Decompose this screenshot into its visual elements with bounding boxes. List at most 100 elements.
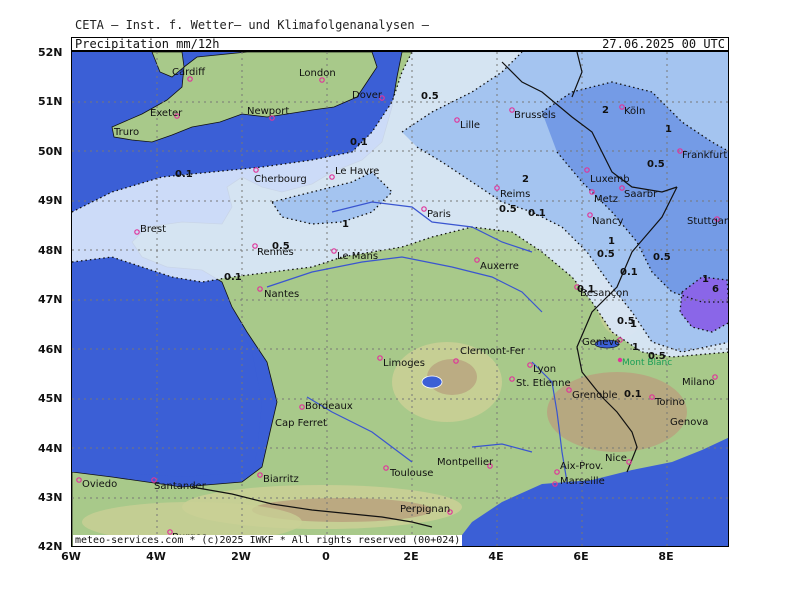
city-name: Cherbourg [254, 174, 307, 185]
city-le-mans: Le Mans [331, 248, 378, 262]
city-name: Limoges [383, 358, 425, 369]
city-name: Cap Ferret [275, 418, 327, 429]
map-canvas: Cardiff London Dover Exeter Newport Trur… [72, 52, 729, 546]
contour-label: 1 [630, 319, 637, 330]
lat-label: 44N [38, 442, 63, 455]
contour-label: 2 [602, 105, 609, 116]
contour-label: 1 [632, 342, 639, 353]
contour-label: 0.1 [350, 137, 368, 148]
city-name: Dover [352, 90, 383, 101]
lon-label: 2E [403, 550, 419, 563]
contour-label: 0.5 [648, 351, 666, 362]
contour-label: 1 [665, 124, 672, 135]
city-name: St. Etienne [516, 378, 571, 389]
contour-label: 0.1 [620, 267, 638, 278]
city-name: Grenoble [572, 390, 618, 401]
contour-label: 0.1 [224, 272, 242, 283]
city-name: Le Mans [337, 251, 378, 262]
header-bar: Precipitation mm/12h 27.06.2025 00 UTC [71, 37, 729, 51]
valid-datetime: 27.06.2025 00 UTC [602, 37, 725, 51]
city-name: Paris [427, 209, 451, 220]
city-cap-ferret: Cap Ferret [275, 418, 327, 429]
contour-label: 0.5 [499, 204, 517, 215]
lat-label: 45N [38, 392, 63, 405]
city-limoges: Limoges [377, 355, 425, 369]
city-oviedo: Oviedo [76, 477, 117, 490]
city-truro: Truro [113, 127, 139, 138]
city-name: Montpellier [437, 457, 494, 468]
lat-label: 51N [38, 95, 63, 108]
contour-label: 1 [342, 219, 349, 230]
contour-label: 0.5 [647, 159, 665, 170]
city-name: Toulouse [389, 468, 433, 479]
city-montpellier: Montpellier [437, 457, 494, 469]
city-torino: Torino [649, 394, 685, 408]
city-toulouse: Toulouse [383, 465, 433, 479]
city-name: Auxerre [480, 261, 519, 272]
city-dover: Dover [352, 90, 385, 101]
contour-label: 0.5 [272, 241, 290, 252]
lat-label: 43N [38, 491, 63, 504]
map-provider-title: CETA – Inst. f. Wetter– und Klimafolgena… [75, 18, 430, 32]
contour-label: 2 [522, 174, 529, 185]
contour-label: 1 [608, 236, 615, 247]
city-koln: Köln [619, 104, 645, 117]
city-name: Torino [654, 397, 685, 408]
city-name: Perpignan [400, 504, 450, 515]
city-biarritz: Biarritz [257, 472, 299, 485]
lon-label: 0 [322, 550, 330, 563]
city-name: Stuttgart [687, 216, 729, 227]
city-frankfurt: Frankfurt [677, 148, 727, 161]
contour-label: 6 [712, 284, 719, 295]
city-name: Brest [140, 224, 166, 235]
city-milano: Milano [682, 374, 718, 388]
city-name: Exeter [150, 108, 183, 119]
city-paris: Paris [421, 206, 451, 220]
city-name: Genova [670, 417, 708, 428]
city-marseille: Marseille [552, 476, 605, 487]
city-brussels: Brussels [509, 107, 556, 121]
contour-label: 0.5 [597, 249, 615, 260]
city-name: Reims [500, 189, 530, 200]
city-name: Brussels [514, 110, 556, 121]
city-name: Biarritz [263, 474, 299, 485]
city-name: Nancy [592, 216, 623, 227]
city-name: Metz [594, 194, 618, 205]
city-name: Clermont-Fer [460, 346, 526, 357]
city-name: Köln [624, 106, 645, 117]
city-name: Oviedo [82, 479, 117, 490]
lon-label: 4E [488, 550, 504, 563]
lat-label: 49N [38, 194, 63, 207]
lon-label: 8E [658, 550, 674, 563]
city-st-etienne: St. Etienne [509, 376, 571, 389]
lon-label: 2W [231, 550, 251, 563]
contour-label: 0.1 [624, 389, 642, 400]
city-bordeaux: Bordeaux [299, 401, 353, 412]
copyright-footer: meteo-services.com * (c)2025 IWKF * All … [73, 535, 463, 546]
contour-label: 0.1 [577, 284, 595, 295]
precipitation-map[interactable]: Cardiff London Dover Exeter Newport Trur… [71, 51, 729, 547]
contour-label: 0.1 [175, 169, 193, 180]
city-name: Aix-Prov. [560, 461, 603, 472]
lon-label: 6W [61, 550, 81, 563]
lat-label: 48N [38, 244, 63, 257]
city-name: Luxemb [590, 174, 630, 185]
city-nantes: Nantes [257, 286, 299, 300]
city-name: Saarbr [624, 189, 658, 200]
lat-label: 50N [38, 145, 63, 158]
city-genova: Genova [670, 417, 708, 428]
variable-label: Precipitation mm/12h [75, 37, 220, 51]
city-name: Nice [605, 453, 627, 464]
city-name: Milano [682, 377, 715, 388]
city-name: Santander [154, 481, 207, 492]
lat-label: 47N [38, 293, 63, 306]
city-name: Truro [113, 127, 139, 138]
city-name: Lyon [533, 364, 556, 375]
contour-label: 0.5 [421, 91, 439, 102]
city-lyon: Lyon [527, 362, 556, 375]
city-name: Le Havre [335, 166, 379, 177]
city-perpignan: Perpignan [400, 504, 453, 515]
city-name: Bordeaux [305, 401, 353, 412]
city-name: Newport [247, 106, 289, 117]
contour-label: 0.1 [528, 208, 546, 219]
